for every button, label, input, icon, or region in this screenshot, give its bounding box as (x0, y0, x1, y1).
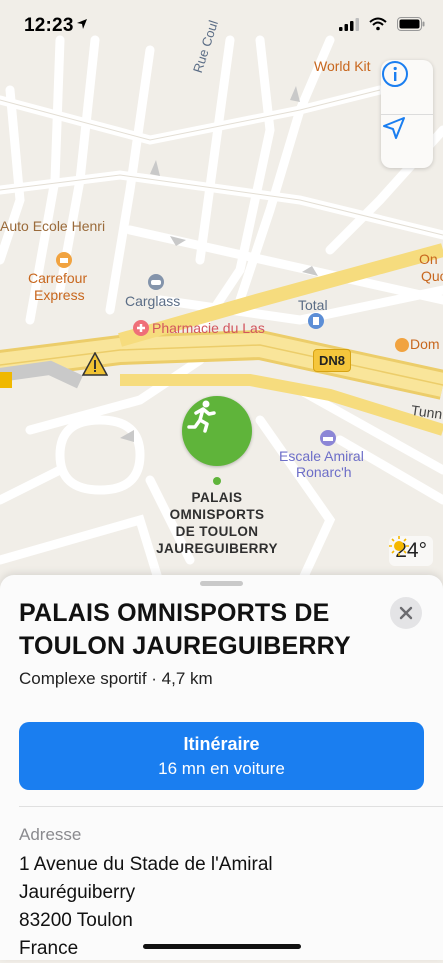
place-card[interactable]: PALAIS OMNISPORTS DE TOULON JAUREGUIBERR… (0, 575, 443, 960)
directions-button[interactable]: Itinéraire 16 mn en voiture (19, 722, 424, 790)
hotel-icon (320, 430, 336, 446)
status-indicators (339, 17, 425, 31)
map-label-pharmacie[interactable]: Pharmacie du Las (152, 320, 265, 336)
status-bar: 12:23 (0, 0, 443, 52)
fuel-icon (308, 313, 324, 329)
place-pin[interactable] (182, 396, 252, 466)
location-services-icon (77, 19, 87, 29)
map-label-carrefour[interactable]: Carrefour (28, 270, 87, 286)
map-label-world-kit[interactable]: World Kit (314, 58, 371, 74)
warning-icon[interactable] (82, 352, 108, 376)
map-label-auto-ecole[interactable]: Auto Ecole Henri (0, 218, 105, 234)
info-icon (382, 61, 408, 87)
place-title: PALAIS OMNISPORTS DE TOULON JAUREGUIBERR… (19, 599, 351, 660)
address-label: Adresse (19, 825, 82, 844)
running-icon (187, 400, 216, 433)
pin-label-line: PALAIS (191, 490, 243, 505)
map-label-quoi[interactable]: Quoi (421, 268, 443, 284)
store-icon (395, 338, 409, 352)
address-line: Jauréguiberry (19, 882, 136, 903)
sheet-grabber[interactable] (200, 581, 243, 586)
car-service-icon (148, 274, 164, 290)
map-label-escale-2[interactable]: Ronarc'h (296, 464, 352, 480)
map-label-total[interactable]: Total (298, 297, 328, 313)
pin-label-line: DE TOULON (175, 524, 259, 539)
directions-title: Itinéraire (183, 734, 260, 754)
map-label-dom[interactable]: Dom (410, 336, 440, 352)
address-line: France (19, 938, 79, 959)
address-line: 1 Avenue du Stade de l'Amiral (19, 854, 273, 875)
pin-dot (213, 477, 221, 485)
sun-icon (389, 536, 410, 556)
close-icon (399, 606, 413, 620)
status-time: 12:23 (24, 15, 74, 36)
shopping-icon (56, 252, 72, 268)
location-arrow-icon (383, 117, 405, 139)
map-view[interactable]: Rue Coul World Kit Auto Ecole Henri Carr… (0, 0, 443, 585)
pin-label: PALAIS OMNISPORTS DE TOULON JAUREGUIBERR… (147, 489, 287, 557)
info-button[interactable] (381, 60, 433, 114)
map-label-carglass[interactable]: Carglass (125, 293, 180, 309)
map-label-carrefour-express[interactable]: Express (34, 287, 85, 303)
map-label-on[interactable]: On (419, 251, 438, 267)
cellular-signal-icon (339, 17, 359, 31)
pin-label-line: OMNISPORTS (169, 507, 265, 522)
place-subtitle: Complexe sportif · 4,7 km (19, 669, 213, 688)
weather-badge: 24° (389, 536, 433, 566)
home-indicator[interactable] (143, 944, 301, 949)
section-divider (19, 806, 443, 807)
address-line: 83200 Toulon (19, 910, 133, 931)
road-shield-dn8: DN8 (313, 349, 351, 372)
wifi-icon (369, 17, 387, 31)
pharmacy-icon (133, 320, 149, 336)
close-button[interactable] (390, 597, 422, 629)
directions-duration: 16 mn en voiture (158, 759, 285, 778)
map-label-escale[interactable]: Escale Amiral (279, 448, 364, 464)
pin-label-line: JAUREGUIBERRY (156, 541, 278, 556)
locate-button[interactable] (381, 115, 433, 169)
battery-icon (397, 17, 425, 31)
map-controls (381, 60, 433, 168)
